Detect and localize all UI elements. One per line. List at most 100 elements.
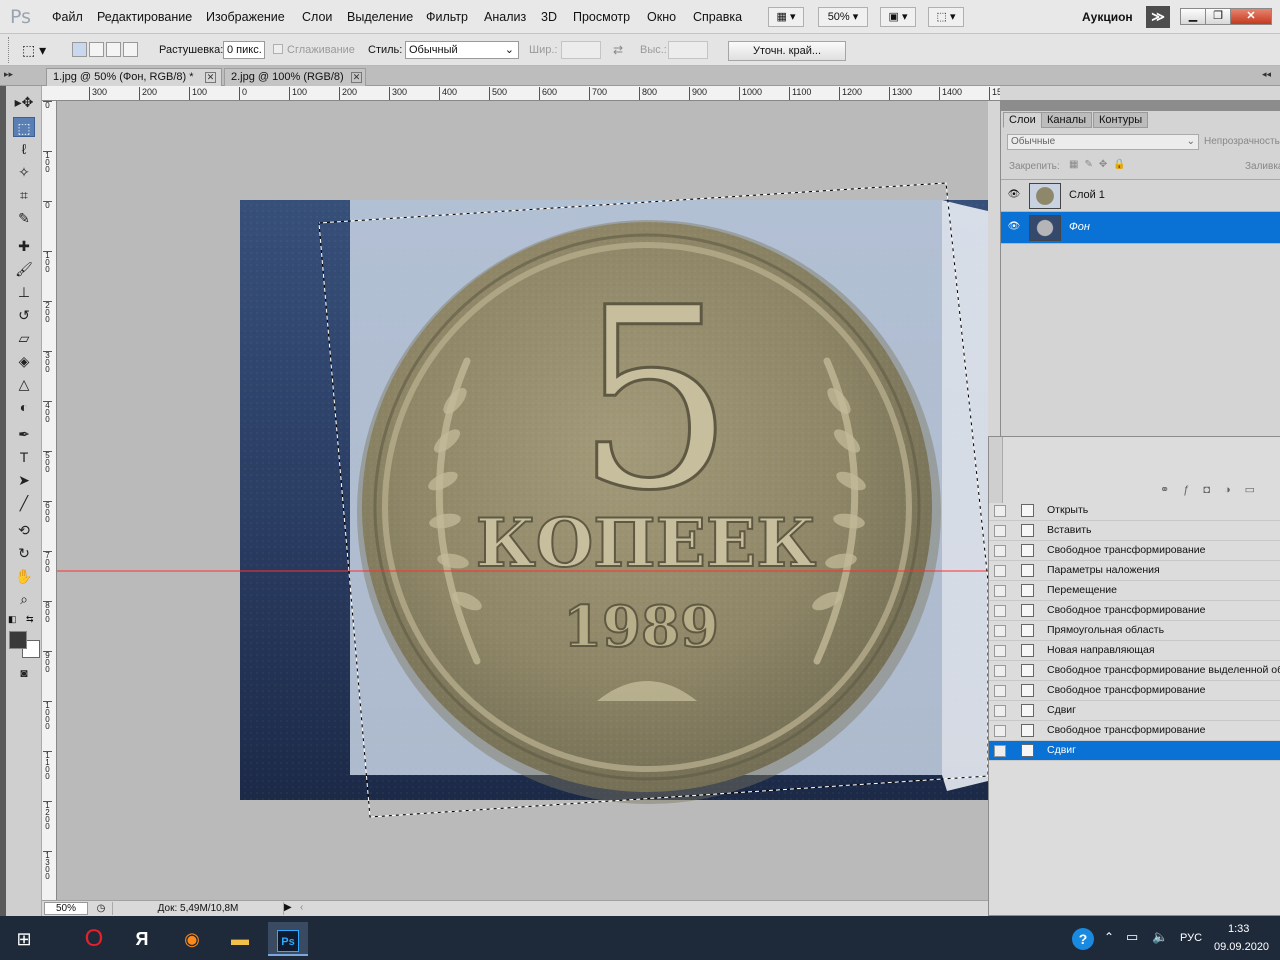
intersect-selection-icon[interactable] — [123, 42, 138, 57]
clock-date[interactable]: 09.09.2020 — [1214, 941, 1269, 953]
line-tool-icon[interactable]: ╱ — [13, 493, 35, 513]
move-tool-icon[interactable]: ▸✥ — [13, 92, 35, 112]
blur-tool-icon[interactable]: △ — [13, 374, 35, 394]
width-input[interactable] — [561, 41, 601, 59]
snapshot-checkbox[interactable] — [994, 625, 1006, 637]
lasso-tool-icon[interactable]: ℓ — [13, 139, 35, 159]
snapshot-checkbox[interactable] — [994, 705, 1006, 717]
zoom-field[interactable]: 50% — [44, 902, 88, 915]
add-selection-icon[interactable] — [89, 42, 104, 57]
workspace-name[interactable]: Аукцион — [1082, 10, 1133, 24]
default-colors-icon[interactable]: ◧ — [8, 614, 18, 624]
tool-preset-picker[interactable]: ⬚ ▾ — [22, 41, 56, 61]
snapshot-checkbox[interactable] — [994, 645, 1006, 657]
screen-layout-button[interactable]: ⬚ ▾ — [928, 7, 964, 27]
status-info-icon[interactable]: ◷ — [94, 903, 108, 915]
history-state-row[interactable]: Вставить — [989, 521, 1280, 541]
close-icon[interactable]: ✕ — [351, 72, 362, 83]
history-state-row[interactable]: Сдвиг — [989, 741, 1280, 761]
snapshot-checkbox[interactable] — [994, 505, 1006, 517]
menu-help[interactable]: Справка — [693, 10, 742, 24]
close-icon[interactable]: ✕ — [205, 72, 216, 83]
layer-row-1[interactable]: 👁 Слой 1 — [1001, 180, 1280, 212]
panel-header[interactable] — [1001, 101, 1280, 111]
photoshop-taskbar-icon[interactable]: Ps — [268, 922, 308, 956]
antialias-checkbox[interactable] — [273, 44, 283, 54]
menu-file[interactable]: Файл — [52, 10, 83, 24]
tab-document-2[interactable]: 2.jpg @ 100% (RGB/8) ✕ — [224, 68, 366, 86]
hand-tool-icon[interactable]: ✋ — [13, 566, 35, 586]
history-state-row[interactable]: Новая направляющая — [989, 641, 1280, 661]
snapshot-checkbox[interactable] — [994, 585, 1006, 597]
subtract-selection-icon[interactable] — [106, 42, 121, 57]
3d-orbit-tool-icon[interactable]: ↻ — [13, 543, 35, 563]
menu-image[interactable]: Изображение — [206, 10, 285, 24]
snapshot-checkbox[interactable] — [994, 545, 1006, 557]
tab-channels[interactable]: Каналы — [1041, 112, 1093, 128]
firefox-icon[interactable]: ◉ — [172, 922, 212, 956]
crop-tool-icon[interactable]: ⌗ — [13, 185, 35, 205]
opera-icon[interactable]: O — [74, 922, 114, 956]
horizontal-ruler[interactable]: 300 200 100 0 100 200 300 400 500 600 700 800 900 100… — [42, 86, 1000, 101]
tab-paths[interactable]: Контуры — [1093, 112, 1149, 128]
minimize-button[interactable]: ▁ — [1180, 8, 1206, 25]
history-state-row[interactable]: Свободное трансформирование — [989, 601, 1280, 621]
snapshot-checkbox[interactable] — [994, 665, 1006, 677]
history-state-row[interactable]: Свободное трансформирование выделенной о… — [989, 661, 1280, 681]
yandex-browser-icon[interactable]: Я — [122, 922, 162, 956]
snapshot-checkbox[interactable] — [994, 745, 1006, 757]
menu-view[interactable]: Просмотр — [573, 10, 630, 24]
paint-bucket-tool-icon[interactable]: ◈ — [13, 351, 35, 371]
eye-icon[interactable]: 👁 — [1007, 189, 1021, 201]
more-workspaces-button[interactable]: ≫ — [1146, 6, 1170, 28]
menu-window[interactable]: Окно — [647, 10, 676, 24]
foreground-color-swatch[interactable] — [9, 631, 27, 649]
tab-document-1[interactable]: 1.jpg @ 50% (Фон, RGB/8) * ✕ — [46, 68, 222, 86]
brush-tool-icon[interactable]: 🖌 — [13, 259, 35, 279]
type-tool-icon[interactable]: T — [13, 447, 35, 467]
history-state-row[interactable]: Перемещение — [989, 581, 1280, 601]
menu-select[interactable]: Выделение — [347, 10, 413, 24]
swap-colors-icon[interactable]: ⇆ — [26, 614, 36, 624]
collapse-panels-icon[interactable]: ◂◂ — [1262, 69, 1271, 80]
feather-input[interactable]: 0 пикс. — [223, 41, 265, 59]
blend-mode-dropdown[interactable]: Обычные ⌄ — [1007, 134, 1199, 150]
layer-row-background[interactable]: 👁 Фон — [1001, 212, 1280, 244]
menu-edit[interactable]: Редактирование — [97, 10, 192, 24]
eye-icon[interactable]: 👁 — [1007, 221, 1021, 233]
language-indicator[interactable]: РУС — [1180, 932, 1202, 944]
eraser-tool-icon[interactable]: ▱ — [13, 328, 35, 348]
history-state-row[interactable]: Прямоугольная область — [989, 621, 1280, 641]
zoom-tool-icon[interactable]: ⌕ — [13, 589, 35, 609]
help-icon[interactable]: ? — [1072, 928, 1094, 950]
style-dropdown[interactable]: Обычный ⌄ — [405, 41, 519, 59]
scroll-left-icon[interactable]: ‹ — [300, 902, 303, 913]
menu-3d[interactable]: 3D — [541, 10, 557, 24]
path-selection-tool-icon[interactable]: ➤ — [13, 470, 35, 490]
menu-analysis[interactable]: Анализ — [484, 10, 526, 24]
swap-icon[interactable]: ⇄ — [613, 43, 623, 57]
zoom-dropdown[interactable]: 50% ▾ — [818, 7, 868, 27]
history-state-row[interactable]: Параметры наложения — [989, 561, 1280, 581]
snapshot-checkbox[interactable] — [994, 565, 1006, 577]
snapshot-checkbox[interactable] — [994, 525, 1006, 537]
history-state-row[interactable]: Свободное трансформирование — [989, 681, 1280, 701]
snapshot-checkbox[interactable] — [994, 725, 1006, 737]
menu-layers[interactable]: Слои — [302, 10, 332, 24]
document-canvas[interactable]: 5 КОПЕЕК 1989 — [57, 101, 988, 901]
new-selection-icon[interactable] — [72, 42, 87, 57]
arrange-documents-button[interactable]: ▣ ▾ — [880, 7, 916, 27]
eyedropper-tool-icon[interactable]: ✎ — [13, 208, 35, 228]
close-button[interactable]: ✕ — [1230, 8, 1272, 25]
history-brush-tool-icon[interactable]: ↺ — [13, 305, 35, 325]
restore-button[interactable]: ❐ — [1205, 8, 1231, 25]
layers-footer-icons[interactable]: ⚭ƒ◘◑▭ — [1019, 483, 1269, 496]
pen-tool-icon[interactable]: ✒ — [13, 424, 35, 444]
collapse-toolbar-icon[interactable]: ▸▸ — [4, 69, 13, 80]
tray-expand-icon[interactable]: ⌃ — [1104, 930, 1114, 944]
volume-icon[interactable]: 🔈 — [1152, 929, 1168, 945]
vertical-ruler[interactable]: 0 1 0 0 0 1 0 0 2 0 0 3 0 0 4 0 0 5 0 0 6 0 0 7 0… — [42, 101, 57, 901]
clone-stamp-tool-icon[interactable]: ⊥ — [13, 282, 35, 302]
quick-selection-tool-icon[interactable]: ✧ — [13, 162, 35, 182]
height-input[interactable] — [668, 41, 708, 59]
